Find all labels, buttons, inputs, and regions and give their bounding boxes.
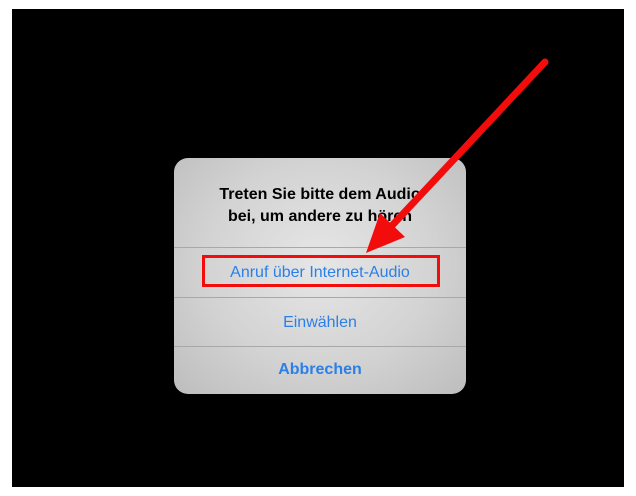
dial-in-button[interactable]: Einwählen bbox=[174, 297, 466, 348]
internet-audio-button[interactable]: Anruf über Internet-Audio bbox=[174, 247, 466, 298]
audio-join-dialog: Treten Sie bitte dem Audio bei, um ander… bbox=[174, 158, 466, 394]
cancel-button[interactable]: Abbrechen bbox=[174, 346, 466, 394]
dialog-title: Treten Sie bitte dem Audio bei, um ander… bbox=[219, 186, 421, 225]
